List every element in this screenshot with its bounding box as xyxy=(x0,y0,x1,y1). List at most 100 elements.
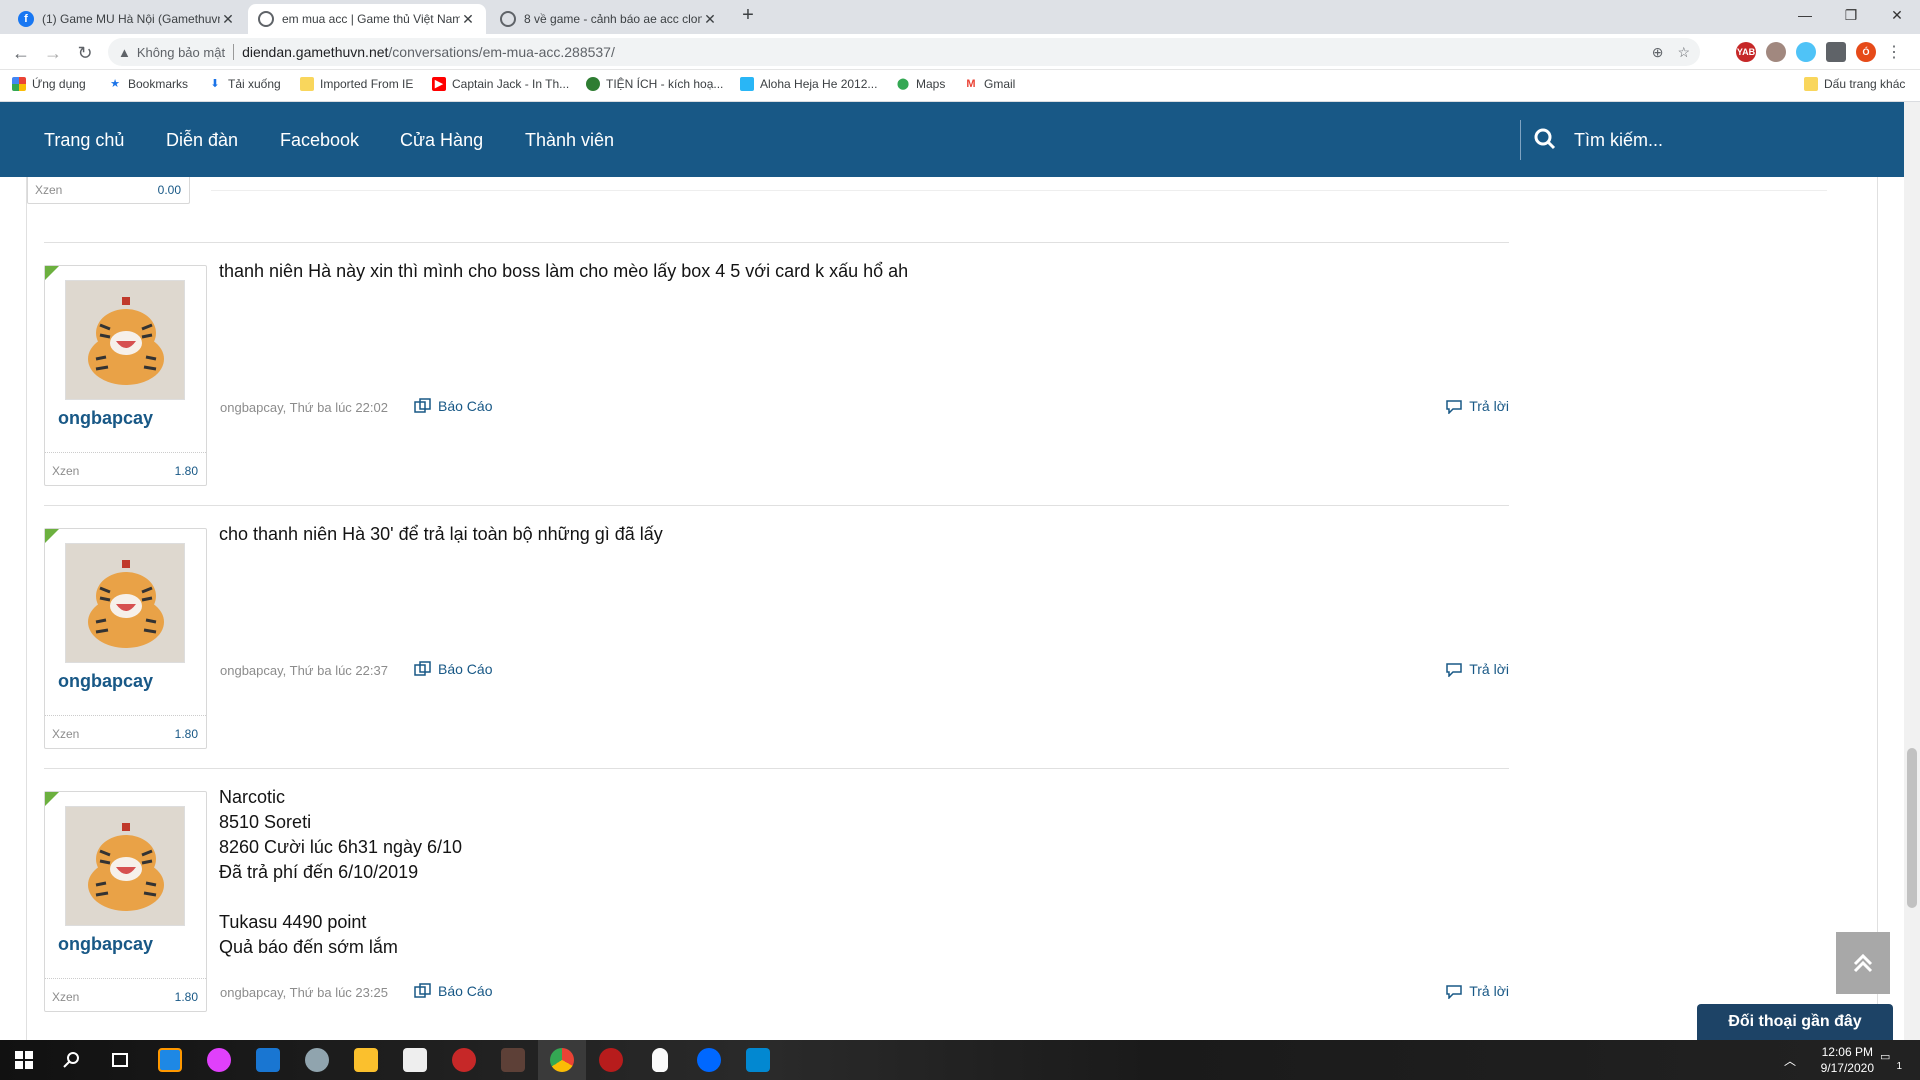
tab-title: (1) Game MU Hà Nội (Gamethuvn xyxy=(42,12,220,26)
mu-game-icon[interactable] xyxy=(489,1040,537,1080)
task-view-icon[interactable] xyxy=(96,1040,144,1080)
bookmark-gmail[interactable]: M Gmail xyxy=(964,77,1015,91)
bookmark-label: Dấu trang khác xyxy=(1824,77,1906,91)
garena-icon[interactable] xyxy=(440,1040,488,1080)
bookmark-aloha[interactable]: Aloha Heja He 2012... xyxy=(740,77,877,91)
report-link[interactable]: Báo Cáo xyxy=(414,661,492,677)
notification-icon[interactable]: ▭ 1 xyxy=(1880,1050,1902,1072)
apps-icon xyxy=(12,77,26,91)
new-tab-icon[interactable]: + xyxy=(736,4,760,27)
bookmark-maps[interactable]: ⬤ Maps xyxy=(896,77,946,91)
warning-icon: ▲ xyxy=(118,44,131,60)
scroll-to-top-button[interactable] xyxy=(1836,932,1890,994)
bookmark-label: Maps xyxy=(916,77,946,91)
scrollbar-thumb[interactable] xyxy=(1907,748,1917,908)
reply-label: Trả lời xyxy=(1469,661,1509,677)
chrome-icon[interactable] xyxy=(538,1040,586,1080)
browser-tab-3[interactable]: 8 về game - cảnh báo ae acc clon ✕ xyxy=(490,4,728,34)
avatar[interactable] xyxy=(65,806,185,926)
search-extension-icon[interactable] xyxy=(1796,42,1816,62)
reply-link[interactable]: Trả lời xyxy=(1445,983,1509,999)
browser-tab-2[interactable]: em mua acc | Game thủ Việt Nam ✕ xyxy=(248,4,486,34)
security-label[interactable]: Không bảo mật xyxy=(137,45,225,60)
menu-dots-icon[interactable]: ⋮ xyxy=(1886,42,1902,62)
reply-link[interactable]: Trả lời xyxy=(1445,661,1509,677)
chevron-up-icon[interactable]: ︿ xyxy=(1784,1052,1796,1069)
minimize-icon[interactable]: — xyxy=(1782,0,1828,30)
close-window-icon[interactable]: ✕ xyxy=(1874,0,1920,30)
nav-home[interactable]: Trang chủ xyxy=(44,130,124,151)
stat-label: Xzen xyxy=(52,464,80,478)
zalo-icon[interactable] xyxy=(685,1040,733,1080)
message-meta[interactable]: ongbapcay, Thứ ba lúc 22:37 xyxy=(220,663,388,678)
url-bar[interactable]: ▲ Không bảo mật diendan.gamethuvn.net /c… xyxy=(108,38,1700,66)
user-block: ongbapcay Xzen 1.80 xyxy=(44,528,207,749)
avatar[interactable] xyxy=(65,280,185,400)
forward-icon[interactable]: → xyxy=(42,42,64,64)
nav-facebook[interactable]: Facebook xyxy=(280,130,359,151)
mouse-icon[interactable] xyxy=(636,1040,684,1080)
bookmark-imported[interactable]: Imported From IE xyxy=(300,77,413,91)
bookmark-apps[interactable]: Ứng dụng xyxy=(12,77,86,91)
system-clock[interactable]: 12:06 PM 9/17/2020 xyxy=(1821,1044,1874,1076)
bookmark-star-icon[interactable]: ☆ xyxy=(1677,44,1690,61)
message: ongbapcay Xzen 1.80 thanh niên Hà này xi… xyxy=(44,242,1509,505)
page-scrollbar[interactable] xyxy=(1904,102,1920,1040)
itunes-icon[interactable] xyxy=(195,1040,243,1080)
cookie-extension-icon[interactable] xyxy=(1766,42,1786,62)
reply-icon xyxy=(1446,400,1462,414)
message-meta[interactable]: ongbapcay, Thứ ba lúc 22:02 xyxy=(220,400,388,415)
close-tab-icon[interactable]: ✕ xyxy=(220,11,236,28)
back-icon[interactable]: ← xyxy=(10,42,32,64)
bookmark-label: Ứng dụng xyxy=(32,77,86,91)
windows-start-icon[interactable] xyxy=(0,1040,48,1080)
browser-tab-1[interactable]: f (1) Game MU Hà Nội (Gamethuvn ✕ xyxy=(8,4,246,34)
nav-members[interactable]: Thành viên xyxy=(525,130,614,151)
bookmark-tien-ich[interactable]: TIỆN ÍCH - kích hoạ... xyxy=(586,77,723,91)
close-tab-icon[interactable]: ✕ xyxy=(460,11,476,28)
message-line: Tukasu 4490 point xyxy=(219,912,367,932)
username-link[interactable]: ongbapcay xyxy=(58,934,153,955)
store-icon[interactable] xyxy=(391,1040,439,1080)
puzzle-icon[interactable] xyxy=(1826,42,1846,62)
bookmark-label: Aloha Heja He 2012... xyxy=(760,77,878,91)
nav-store[interactable]: Cửa Hàng xyxy=(400,130,483,151)
reply-link[interactable]: Trả lời xyxy=(1445,398,1509,414)
mail-icon[interactable] xyxy=(244,1040,292,1080)
search-link[interactable]: Tìm kiếm... xyxy=(1574,130,1663,151)
username-link[interactable]: ongbapcay xyxy=(58,408,153,429)
restore-icon[interactable]: ❐ xyxy=(1828,0,1874,30)
report-label: Báo Cáo xyxy=(438,983,493,999)
stat-value: 1.80 xyxy=(174,990,198,1004)
zoom-icon[interactable]: ⊕ xyxy=(1652,44,1664,61)
recent-conversations-bar[interactable]: Đối thoại gần đây xyxy=(1697,1004,1893,1040)
report-link[interactable]: Báo Cáo xyxy=(414,983,492,999)
bookmark-bookmarks[interactable]: ★ Bookmarks xyxy=(108,77,188,91)
file-explorer-icon[interactable] xyxy=(342,1040,390,1080)
other-bookmarks[interactable]: Dấu trang khác xyxy=(1804,77,1905,91)
game-icon[interactable] xyxy=(293,1040,341,1080)
stat-label: Xzen xyxy=(52,990,80,1004)
message-text: cho thanh niên Hà 30' để trả lại toàn bộ… xyxy=(219,524,663,544)
nav-forums[interactable]: Diễn đàn xyxy=(166,130,238,151)
close-tab-icon[interactable]: ✕ xyxy=(702,11,718,28)
username-link[interactable]: ongbapcay xyxy=(58,671,153,692)
report-label: Báo Cáo xyxy=(438,661,493,677)
app-icon[interactable] xyxy=(146,1040,194,1080)
avatar[interactable] xyxy=(65,543,185,663)
bookmark-downloads[interactable]: ⬇ Tải xuống xyxy=(208,77,280,91)
mu-game-2-icon[interactable] xyxy=(587,1040,635,1080)
message: ongbapcay Xzen 1.80 Narcotic 8510 Soreti… xyxy=(44,768,1509,1040)
windows-taskbar: ︿ 12:06 PM 9/17/2020 ▭ 1 xyxy=(0,1040,1920,1080)
report-link[interactable]: Báo Cáo xyxy=(414,398,492,414)
photos-icon[interactable] xyxy=(734,1040,782,1080)
facebook-icon: f xyxy=(18,11,34,27)
yab-extension-icon[interactable]: YAB xyxy=(1736,42,1756,62)
search-icon[interactable] xyxy=(48,1040,96,1080)
reload-icon[interactable]: ↻ xyxy=(74,42,96,64)
bookmark-captain-jack[interactable]: ▶ Captain Jack - In Th... xyxy=(432,77,569,91)
message-meta[interactable]: ongbapcay, Thứ ba lúc 23:25 xyxy=(220,985,388,1000)
folder-icon xyxy=(300,77,314,91)
profile-avatar-icon[interactable]: Ó xyxy=(1856,42,1876,62)
search-icon[interactable] xyxy=(1534,128,1556,150)
